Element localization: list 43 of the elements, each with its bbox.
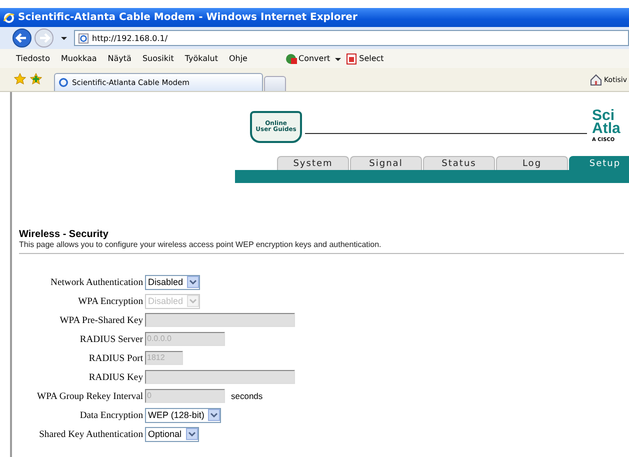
field-label: RADIUS Port: [88, 352, 143, 364]
select-button[interactable]: Select: [346, 52, 384, 64]
dropdown[interactable]: Disabled: [145, 274, 200, 290]
convert-icon: [285, 52, 298, 64]
window-title: Scientific-Atlanta Cable Modem - Windows Internet Explorer: [18, 12, 358, 23]
star-icon[interactable]: [14, 73, 26, 85]
section-heading: Wireless - Security: [19, 229, 110, 240]
field-label: Shared Key Authentication: [38, 428, 143, 440]
field-label: WPA Encryption: [77, 296, 143, 306]
nav-tab[interactable]: Status: [423, 156, 495, 170]
menu-item[interactable]: Tiedosto: [16, 54, 50, 63]
field-label: WPA Group Rekey Interval: [36, 390, 143, 402]
home-icon: [590, 74, 602, 86]
page-icon: [58, 77, 69, 88]
add-favorite-icon[interactable]: [30, 73, 42, 85]
section-description: This page allows you to configure your wireless access point WEP encryption keys and authentication.: [19, 240, 382, 249]
dropdown[interactable]: WEP (128-bit): [145, 408, 222, 422]
field-label: RADIUS Server: [78, 334, 143, 344]
field-label: Network Authentication: [50, 276, 143, 288]
nav-tab[interactable]: Log: [496, 156, 568, 170]
dropdown[interactable]: Optional: [145, 426, 199, 442]
logo-text: Atla: [592, 122, 620, 136]
menu-item[interactable]: Ohje: [228, 54, 248, 63]
logo-text: Sci: [592, 108, 615, 122]
menu-item[interactable]: Näytä: [108, 54, 132, 63]
new-tab-button[interactable]: [264, 76, 286, 91]
select-icon: [346, 52, 358, 64]
menu-item[interactable]: Työkalut: [184, 54, 218, 63]
field-label: RADIUS Key: [88, 372, 143, 382]
nav-tab[interactable]: Setup: [569, 156, 629, 170]
field-label: WPA Pre-Shared Key: [58, 314, 143, 326]
nav-tab[interactable]: System: [277, 156, 349, 170]
menu-item[interactable]: Muokkaa: [60, 54, 97, 63]
nav-tab[interactable]: Signal: [350, 156, 422, 170]
page-icon: [78, 32, 89, 44]
convert-button[interactable]: Convert: [285, 52, 330, 64]
field-label: Data Encryption: [78, 410, 143, 420]
unit-label: seconds: [231, 391, 263, 401]
browser-logo-icon: [3, 12, 15, 24]
address-field[interactable]: http://192.168.0.1/: [74, 30, 629, 46]
dropdown-icon[interactable]: [60, 34, 68, 42]
menu-item[interactable]: Suosikit: [142, 54, 174, 63]
back-icon[interactable]: [12, 28, 32, 48]
